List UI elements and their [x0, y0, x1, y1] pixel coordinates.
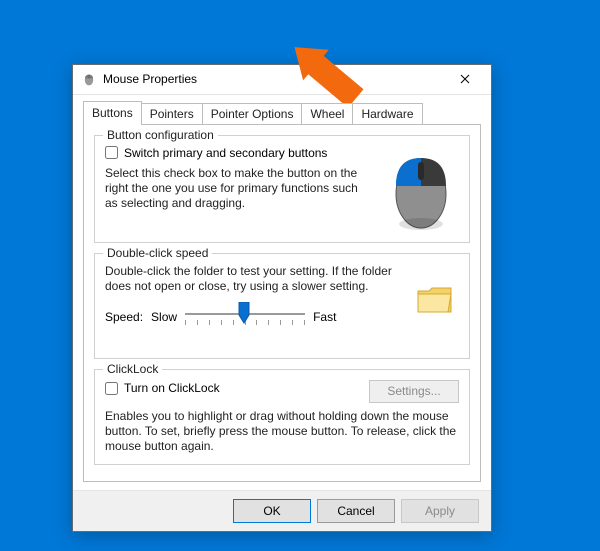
cancel-button[interactable]: Cancel — [317, 499, 395, 523]
button-label: OK — [263, 504, 280, 518]
clicklock-description: Enables you to highlight or drag without… — [105, 409, 459, 454]
mouse-icon — [81, 71, 97, 87]
tab-strip: Buttons Pointers Pointer Options Wheel H… — [73, 95, 491, 124]
double-click-speed-slider[interactable] — [185, 304, 305, 330]
group-legend: Double-click speed — [103, 246, 212, 260]
slow-label: Slow — [151, 310, 177, 324]
switch-buttons-checkbox[interactable] — [105, 146, 118, 159]
checkbox-label: Turn on ClickLock — [124, 381, 220, 395]
clicklock-settings-button: Settings... — [369, 380, 459, 403]
button-config-description: Select this check box to make the button… — [105, 166, 373, 211]
button-label: Settings... — [387, 384, 440, 398]
button-label: Cancel — [337, 504, 374, 518]
group-legend: ClickLock — [103, 362, 162, 376]
button-configuration-group: Button configuration Switch primary and … — [94, 135, 470, 243]
group-legend: Button configuration — [103, 128, 218, 142]
tab-label: Hardware — [361, 107, 413, 121]
tab-label: Wheel — [310, 107, 344, 121]
switch-buttons-option[interactable]: Switch primary and secondary buttons — [105, 146, 373, 160]
slider-thumb[interactable] — [237, 302, 251, 324]
folder-test-target[interactable] — [415, 282, 455, 318]
turn-on-clicklock-option[interactable]: Turn on ClickLock — [105, 381, 220, 395]
tab-content: Button configuration Switch primary and … — [83, 124, 481, 482]
tab-label: Buttons — [92, 106, 133, 120]
window-title: Mouse Properties — [103, 72, 197, 86]
tab-pointer-options[interactable]: Pointer Options — [202, 103, 303, 124]
click-lock-group: ClickLock Turn on ClickLock Settings... … — [94, 369, 470, 465]
dialog-footer: OK Cancel Apply — [73, 490, 491, 531]
apply-button: Apply — [401, 499, 479, 523]
tab-buttons[interactable]: Buttons — [83, 101, 142, 125]
ok-button[interactable]: OK — [233, 499, 311, 523]
tab-pointers[interactable]: Pointers — [141, 103, 203, 124]
tab-wheel[interactable]: Wheel — [301, 103, 353, 124]
tab-hardware[interactable]: Hardware — [352, 103, 422, 124]
turn-on-clicklock-checkbox[interactable] — [105, 382, 118, 395]
double-click-description: Double-click the folder to test your set… — [105, 264, 399, 294]
mouse-illustration — [383, 146, 459, 232]
tab-label: Pointer Options — [211, 107, 294, 121]
mouse-properties-dialog: Mouse Properties Buttons Pointers Pointe… — [72, 64, 492, 532]
titlebar[interactable]: Mouse Properties — [73, 65, 491, 95]
double-click-speed-group: Double-click speed Double-click the fold… — [94, 253, 470, 359]
checkbox-label: Switch primary and secondary buttons — [124, 146, 327, 160]
speed-label: Speed: — [105, 310, 143, 324]
close-button[interactable] — [447, 65, 483, 93]
tab-label: Pointers — [150, 107, 194, 121]
fast-label: Fast — [313, 310, 336, 324]
button-label: Apply — [425, 504, 455, 518]
